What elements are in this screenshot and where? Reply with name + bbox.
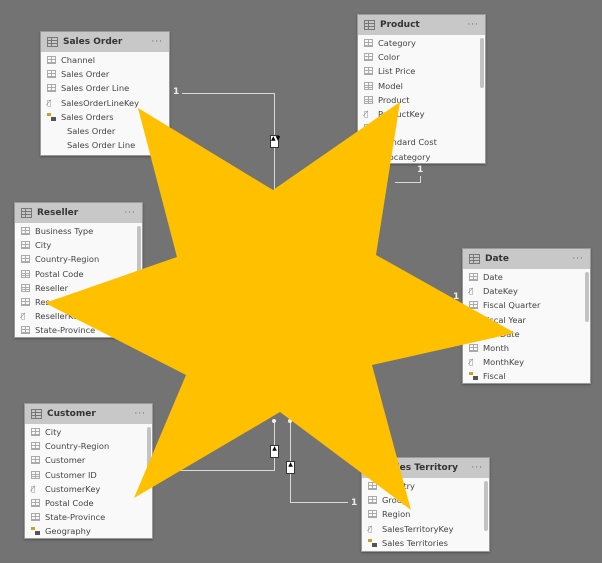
star-shape xyxy=(45,102,515,510)
star-overlay xyxy=(45,102,515,510)
